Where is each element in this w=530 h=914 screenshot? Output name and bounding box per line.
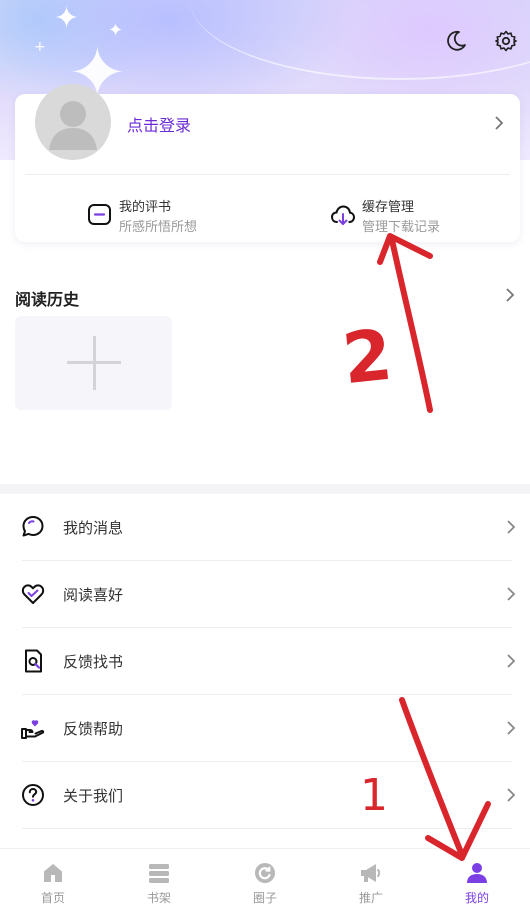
plus-icon [93, 336, 96, 390]
profile-icon [467, 863, 487, 883]
nav-tab-label: 圈子 [252, 891, 277, 905]
message-icon [22, 516, 44, 537]
annotation-number-1: 1 [360, 770, 388, 821]
review-icon [88, 204, 111, 225]
chevron-right-icon[interactable] [504, 286, 516, 304]
bookshelf-icon [149, 864, 169, 883]
chevron-right-icon [507, 654, 516, 668]
sparkle-icon: ✦ [108, 20, 124, 41]
settings-button[interactable] [492, 27, 520, 55]
bottom-navigation: 首页 书架 圈子 推广 我的 [0, 848, 530, 914]
nav-tab-label: 推广 [358, 891, 383, 905]
heart-icon [21, 584, 45, 604]
menu-item-label: 反馈找书 [63, 653, 124, 671]
reading-history-title: 阅读历史 [15, 290, 80, 309]
menu-item-about-us[interactable]: 关于我们 [0, 762, 530, 829]
circle-icon [255, 863, 275, 883]
default-avatar-icon [49, 101, 97, 150]
add-book-tile[interactable] [15, 316, 172, 410]
nav-tab-label: 首页 [40, 891, 65, 905]
sparkle-icon: + [34, 39, 46, 55]
card-divider [25, 174, 510, 175]
quick-action-title: 缓存管理 [362, 200, 415, 215]
nav-tab-promotion[interactable]: 推广 [318, 849, 424, 911]
helping-hand-icon [21, 720, 45, 739]
cloud-download-icon [330, 205, 356, 225]
nav-tab-bookshelf[interactable]: 书架 [106, 849, 212, 911]
quick-action-subtitle: 管理下载记录 [362, 220, 441, 235]
megaphone-icon [361, 864, 381, 882]
annotation-number-2: 2 [338, 313, 396, 401]
section-divider [0, 484, 530, 494]
annotation-arrow-2 [389, 237, 433, 413]
cache-management-button[interactable]: 缓存管理 管理下载记录 [330, 194, 510, 235]
gear-icon [495, 30, 517, 52]
nav-tab-profile[interactable]: 我的 [424, 849, 530, 911]
menu-item-feedback-find-book[interactable]: 反馈找书 [0, 628, 530, 695]
search-book-icon [25, 649, 42, 673]
login-link[interactable]: 点击登录 [127, 112, 191, 136]
menu-item-label: 关于我们 [63, 787, 124, 805]
menu-item-feedback-help[interactable]: 反馈帮助 [0, 695, 530, 762]
quick-action-title: 我的评书 [119, 200, 172, 215]
quick-action-subtitle: 所感所悟所想 [119, 220, 198, 235]
chevron-right-icon [507, 520, 516, 534]
night-mode-button[interactable] [442, 27, 470, 55]
profile-card: 点击登录 我的评书 所感所悟所想 缓存管理 管理下载记录 [15, 84, 520, 242]
chevron-right-icon [495, 116, 504, 130]
question-icon [22, 784, 44, 806]
moon-icon [447, 30, 466, 51]
login-row[interactable]: 点击登录 [15, 84, 520, 174]
my-reviews-button[interactable]: 我的评书 所感所悟所想 [87, 194, 287, 235]
nav-tab-home[interactable]: 首页 [0, 849, 106, 911]
nav-tab-label: 书架 [146, 891, 171, 905]
nav-tab-circle[interactable]: 圈子 [212, 849, 318, 911]
menu-item-label: 反馈帮助 [63, 720, 124, 738]
menu-item-reading-preferences[interactable]: 阅读喜好 [0, 561, 530, 628]
avatar [35, 84, 111, 160]
chevron-right-icon [507, 788, 516, 802]
home-icon [44, 864, 62, 882]
chevron-right-icon [507, 721, 516, 735]
sparkle-icon: ✦ [54, 1, 80, 36]
menu-item-messages[interactable]: 我的消息 [0, 494, 530, 561]
menu-item-label: 我的消息 [63, 519, 124, 537]
chevron-right-icon [507, 587, 516, 601]
menu-item-label: 阅读喜好 [63, 586, 124, 604]
menu-separator [22, 828, 512, 829]
nav-tab-label: 我的 [464, 891, 489, 905]
decorative-arc [190, 0, 530, 80]
